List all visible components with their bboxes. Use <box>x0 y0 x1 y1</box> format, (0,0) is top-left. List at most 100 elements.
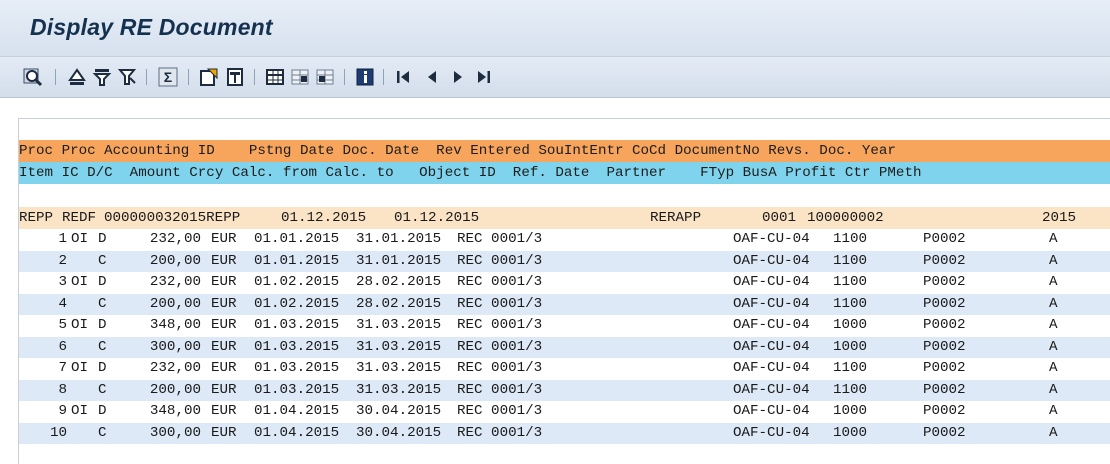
object-id-cell: REC 0001/3 <box>457 295 543 312</box>
posting-date-value: 01.12.2015 <box>281 210 367 226</box>
dc-cell: C <box>98 252 107 269</box>
proc-ic-value: REDF <box>62 210 97 226</box>
details-icon[interactable] <box>22 66 44 88</box>
calc-to-cell: 31.01.2015 <box>356 231 442 247</box>
calc-from-cell: 01.01.2015 <box>254 231 340 247</box>
profit-ctr-cell: P0002 <box>923 424 966 441</box>
amount-cell: 200,00 <box>149 381 201 398</box>
table-row[interactable]: 4 C 200,00 EUR 01.02.2015 28.02.2015 REC 0001/… <box>19 293 1110 315</box>
calc-from-cell: 01.03.2015 <box>254 360 340 376</box>
table-row[interactable]: 3 OI D 232,00 EUR 01.02.2015 28.02.2015 REC 000… <box>19 272 1110 293</box>
amount-cell: 300,00 <box>149 338 201 355</box>
profit-ctr-cell: P0002 <box>923 274 966 290</box>
first-page-icon[interactable] <box>392 66 414 88</box>
item-cell: 7 <box>58 360 67 376</box>
profit-ctr-cell: P0002 <box>923 295 966 312</box>
currency-cell: EUR <box>211 381 237 398</box>
currency-cell: EUR <box>211 317 237 333</box>
amount-cell: 348,00 <box>149 317 201 333</box>
dc-cell: C <box>98 295 107 312</box>
dc-cell: D <box>98 317 107 333</box>
entered-value: RERAPP <box>650 210 702 226</box>
previous-page-icon[interactable] <box>421 66 443 88</box>
partner-cell: OAF-CU-04 <box>733 381 810 398</box>
item-cell: 6 <box>58 338 67 355</box>
pmeth-cell: A <box>1049 338 1058 355</box>
calc-from-cell: 01.02.2015 <box>254 274 340 290</box>
calc-from-cell: 01.03.2015 <box>254 317 340 333</box>
table-row[interactable]: 10 C 300,00 EUR 01.04.2015 30.04.2015 REC 0001… <box>19 422 1110 444</box>
pmeth-cell: A <box>1049 252 1058 269</box>
next-page-icon[interactable] <box>447 66 469 88</box>
amount-cell: 348,00 <box>149 403 201 419</box>
total-icon[interactable]: Σ <box>157 66 179 88</box>
calc-to-cell: 30.04.2015 <box>356 403 442 419</box>
sort-ascending-icon[interactable] <box>66 66 88 88</box>
profit-ctr-cell: P0002 <box>923 360 966 376</box>
calc-to-cell: 31.03.2015 <box>356 381 442 398</box>
item-cell: 8 <box>58 381 67 398</box>
busa-cell: 1100 <box>833 252 868 269</box>
currency-cell: EUR <box>211 360 237 376</box>
svg-text:Σ: Σ <box>164 69 172 85</box>
year-value: 2015 <box>1042 210 1077 226</box>
cocd-value: 0001 <box>762 210 797 226</box>
column-header-line-2[interactable]: Item IC D/C Amount Crcy Calc. from Calc.… <box>19 162 1110 184</box>
last-page-icon[interactable] <box>473 66 495 88</box>
calc-from-cell: 01.03.2015 <box>254 338 340 355</box>
column-header-text: Proc Proc Accounting ID Pstng Date Doc. … <box>19 143 896 159</box>
pmeth-cell: A <box>1049 403 1058 419</box>
pmeth-cell: A <box>1049 424 1058 441</box>
partner-cell: OAF-CU-04 <box>733 252 810 269</box>
dc-cell: C <box>98 381 107 398</box>
busa-cell: 1000 <box>833 403 868 419</box>
print-preview-icon[interactable] <box>224 66 246 88</box>
busa-cell: 1100 <box>833 295 868 312</box>
table-row[interactable]: 6 C 300,00 EUR 01.03.2015 31.03.2015 REC 0001/… <box>19 336 1110 358</box>
title-bar: Display RE Document <box>0 0 1110 57</box>
pmeth-cell: A <box>1049 360 1058 376</box>
item-cell: 5 <box>58 317 67 333</box>
amount-cell: 200,00 <box>149 295 201 312</box>
calc-to-cell: 31.03.2015 <box>356 338 442 355</box>
table-row[interactable]: 5 OI D 348,00 EUR 01.03.2015 31.03.2015 REC 000… <box>19 315 1110 336</box>
dc-cell: D <box>98 231 107 247</box>
partner-cell: OAF-CU-04 <box>733 295 810 312</box>
ic-cell: OI <box>71 360 89 376</box>
delete-filter-icon[interactable] <box>116 66 138 88</box>
calc-from-cell: 01.03.2015 <box>254 381 340 398</box>
information-icon[interactable] <box>354 66 376 88</box>
currency-cell: EUR <box>211 403 237 419</box>
busa-cell: 1100 <box>833 381 868 398</box>
busa-cell: 1000 <box>833 424 868 441</box>
profit-ctr-cell: P0002 <box>923 338 966 355</box>
table-row[interactable]: 7 OI D 232,00 EUR 01.03.2015 31.03.2015 REC 000… <box>19 358 1110 379</box>
profit-ctr-cell: P0002 <box>923 403 966 419</box>
table-row[interactable]: 1 OI D 232,00 EUR 01.01.2015 31.01.2015 REC 000… <box>19 229 1110 250</box>
busa-cell: 1000 <box>833 338 868 355</box>
table-row[interactable]: 9 OI D 348,00 EUR 01.04.2015 30.04.2015 REC 000… <box>19 401 1110 422</box>
calc-from-cell: 01.01.2015 <box>254 252 340 269</box>
table-row[interactable]: 2 C 200,00 EUR 01.01.2015 31.01.2015 REC 0001/… <box>19 250 1110 272</box>
export-icon[interactable] <box>198 66 220 88</box>
choose-layout-icon[interactable] <box>289 66 311 88</box>
document-header-row[interactable]: REPP REDF 000000032015REPP 01.12.2015 01… <box>19 207 1110 229</box>
accounting-id-value: 000000032015REPP <box>104 210 241 226</box>
ic-cell: OI <box>71 403 89 419</box>
layout-icon[interactable] <box>264 66 286 88</box>
calc-to-cell: 31.01.2015 <box>356 252 442 269</box>
calc-to-cell: 31.03.2015 <box>356 317 442 333</box>
calc-to-cell: 28.02.2015 <box>356 295 442 312</box>
object-id-cell: REC 0001/3 <box>457 317 543 333</box>
filter-icon[interactable] <box>91 66 113 88</box>
table-row[interactable]: 8 C 200,00 EUR 01.03.2015 31.03.2015 REC 0001/… <box>19 379 1110 401</box>
column-header-line-1[interactable]: Proc Proc Accounting ID Pstng Date Doc. … <box>19 140 1110 162</box>
partner-cell: OAF-CU-04 <box>733 403 810 419</box>
save-layout-icon[interactable] <box>314 66 336 88</box>
dc-cell: C <box>98 424 107 441</box>
item-cell: 10 <box>49 424 67 441</box>
partner-cell: OAF-CU-04 <box>733 231 810 247</box>
object-id-cell: REC 0001/3 <box>457 274 543 290</box>
item-cell: 1 <box>58 231 67 247</box>
pmeth-cell: A <box>1049 274 1058 290</box>
